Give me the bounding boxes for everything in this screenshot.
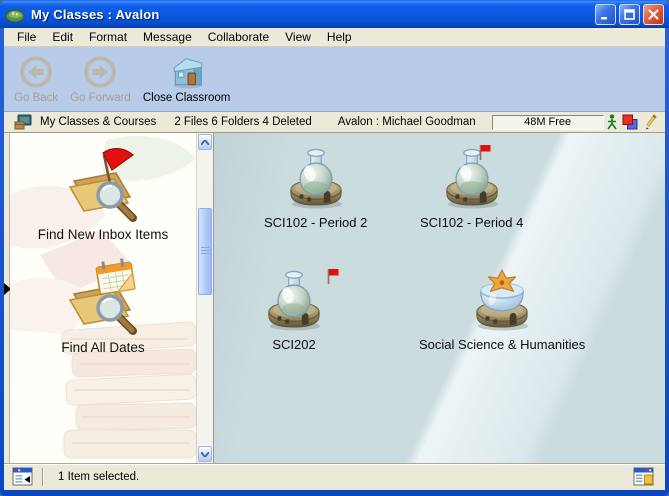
layered-squares-icon[interactable] bbox=[622, 114, 638, 130]
chevron-down-icon bbox=[201, 452, 209, 457]
desktop-item-label: SCI102 - Period 4 bbox=[420, 215, 523, 230]
sidebar-scrollbar[interactable] bbox=[196, 133, 214, 463]
desktop-item-social-science-humanities[interactable]: Social Science & Humanities bbox=[419, 269, 585, 352]
panel-toggle-icon[interactable] bbox=[12, 467, 34, 487]
info-bar: My Classes & Courses 2 Files 6 Folders 4… bbox=[4, 112, 665, 133]
status-bar: 1 Item selected. bbox=[4, 463, 665, 490]
container-path: My Classes & Courses bbox=[40, 116, 156, 128]
app-window: My Classes : Avalon File Edit Format Mes… bbox=[0, 0, 669, 496]
container-icon bbox=[14, 114, 32, 131]
maximize-icon bbox=[624, 9, 635, 20]
unread-flag-icon bbox=[326, 268, 340, 286]
close-icon bbox=[648, 9, 659, 20]
desktop-item-sci102-period-2[interactable]: SCI102 - Period 2 bbox=[264, 147, 367, 230]
menu-edit[interactable]: Edit bbox=[44, 28, 81, 46]
go-back-label: Go Back bbox=[14, 92, 58, 104]
sidebar-item-label: Find New Inbox Items bbox=[38, 227, 169, 242]
sidebar-item-find-all-dates[interactable]: Find All Dates bbox=[10, 258, 196, 355]
view-mode-icon[interactable] bbox=[633, 467, 655, 487]
menu-collaborate[interactable]: Collaborate bbox=[200, 28, 277, 46]
app-icon bbox=[5, 5, 25, 23]
quota-text: 48M Free bbox=[524, 116, 571, 128]
folder-calendar-search-icon bbox=[57, 258, 149, 338]
quota-meter: 48M Free bbox=[492, 115, 604, 130]
content-area: Find New Inbox Items Find All Dates bbox=[4, 133, 665, 463]
forward-arrow-icon bbox=[82, 53, 118, 91]
server-identity: Avalon : Michael Goodman bbox=[338, 116, 476, 128]
go-back-button[interactable]: Go Back bbox=[8, 51, 64, 106]
desktop-item-label: Social Science & Humanities bbox=[419, 337, 585, 352]
desktop-item-label: SCI102 - Period 2 bbox=[264, 215, 367, 230]
desktop-item-sci202[interactable]: SCI202 bbox=[265, 269, 323, 352]
sidebar-item-find-new-inbox-items[interactable]: Find New Inbox Items bbox=[10, 145, 196, 242]
scroll-up-button[interactable] bbox=[198, 134, 212, 150]
menu-format[interactable]: Format bbox=[81, 28, 135, 46]
thumb-grip bbox=[201, 247, 209, 256]
menu-message[interactable]: Message bbox=[135, 28, 200, 46]
menu-bar: File Edit Format Message Collaborate Vie… bbox=[4, 28, 665, 47]
statusbar-divider bbox=[42, 468, 44, 486]
maximize-button[interactable] bbox=[619, 4, 640, 25]
classroom-building-icon bbox=[169, 53, 205, 91]
close-classroom-label: Close Classroom bbox=[143, 92, 231, 104]
pencil-icon[interactable] bbox=[643, 114, 657, 130]
desktop-item-label: SCI202 bbox=[272, 337, 315, 352]
menu-view[interactable]: View bbox=[277, 28, 319, 46]
scrollbar-thumb[interactable] bbox=[198, 208, 212, 295]
menu-help[interactable]: Help bbox=[319, 28, 360, 46]
scroll-down-button[interactable] bbox=[198, 446, 212, 462]
minimize-button[interactable] bbox=[595, 4, 616, 25]
flask-classroom-icon bbox=[265, 269, 323, 331]
folder-stats: 2 Files 6 Folders 4 Deleted bbox=[174, 116, 311, 128]
minimize-icon bbox=[600, 9, 611, 20]
sidebar-pane: Find New Inbox Items Find All Dates bbox=[10, 133, 196, 463]
flask-classroom-icon bbox=[287, 147, 345, 209]
person-icon[interactable] bbox=[607, 114, 617, 130]
bowl-starfish-classroom-icon bbox=[473, 269, 531, 331]
go-forward-button[interactable]: Go Forward bbox=[64, 51, 137, 106]
classroom-desktop-pane[interactable]: SCI102 - Period 2 SCI102 - Period 4 SCI2… bbox=[214, 133, 665, 463]
back-arrow-icon bbox=[18, 53, 54, 91]
sidebar-item-label: Find All Dates bbox=[61, 340, 144, 355]
close-classroom-button[interactable]: Close Classroom bbox=[137, 51, 237, 106]
menu-file[interactable]: File bbox=[9, 28, 44, 46]
toolbar: Go Back Go Forward bbox=[4, 47, 665, 112]
folder-flag-search-icon bbox=[57, 145, 149, 225]
selection-status-text: 1 Item selected. bbox=[58, 471, 633, 483]
unread-flag-icon bbox=[478, 144, 492, 162]
title-bar[interactable]: My Classes : Avalon bbox=[0, 0, 669, 28]
window-title: My Classes : Avalon bbox=[31, 7, 592, 22]
close-button[interactable] bbox=[643, 4, 664, 25]
desktop-item-sci102-period-4[interactable]: SCI102 - Period 4 bbox=[420, 147, 523, 230]
go-forward-label: Go Forward bbox=[70, 92, 131, 104]
chevron-up-icon bbox=[201, 140, 209, 145]
